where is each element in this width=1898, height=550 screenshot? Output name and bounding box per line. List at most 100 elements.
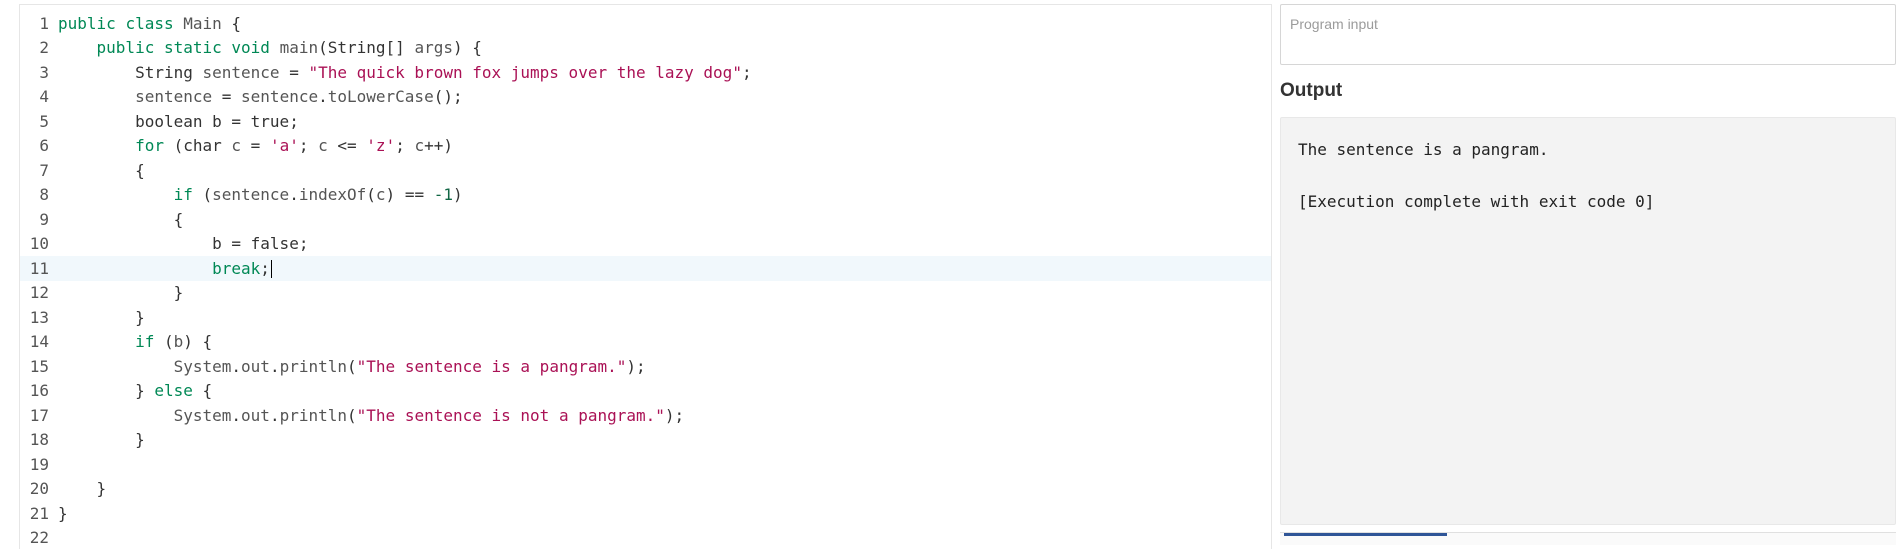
code-token: if	[135, 332, 154, 351]
code-line[interactable]: 1public class Main {	[20, 11, 1271, 36]
code-token: .	[231, 406, 241, 425]
line-code: if (b) {	[57, 332, 212, 351]
code-token: toLowerCase	[328, 87, 434, 106]
code-line[interactable]: 3 String sentence = "The quick brown fox…	[20, 60, 1271, 85]
code-line[interactable]: 10 b = false;	[20, 232, 1271, 257]
output-console: The sentence is a pangram. [Execution co…	[1280, 117, 1896, 525]
line-code: }	[57, 308, 145, 327]
code-token: .	[318, 87, 328, 106]
code-token: Main	[183, 14, 222, 33]
code-token: "The quick brown fox jumps over the lazy…	[308, 63, 741, 82]
code-token: public	[58, 14, 116, 33]
code-token: ;	[260, 259, 270, 278]
code-line[interactable]: 7 {	[20, 158, 1271, 183]
code-token: ) ==	[386, 185, 434, 204]
code-line[interactable]: 18 }	[20, 428, 1271, 453]
line-code: for (char c = 'a'; c <= 'z'; c++)	[57, 136, 453, 155]
code-token	[58, 136, 135, 155]
code-line[interactable]: 20 }	[20, 477, 1271, 502]
code-token: );	[665, 406, 684, 425]
code-token: {	[58, 161, 145, 180]
code-line[interactable]: 12 }	[20, 281, 1271, 306]
run-button-edge[interactable]	[1284, 533, 1447, 536]
line-number: 12	[20, 283, 57, 302]
code-token: {	[58, 210, 183, 229]
line-code: {	[57, 210, 183, 229]
line-code: }	[57, 504, 68, 523]
code-line[interactable]: 5 boolean b = true;	[20, 109, 1271, 134]
line-number: 21	[20, 504, 57, 523]
code-line[interactable]: 6 for (char c = 'a'; c <= 'z'; c++)	[20, 134, 1271, 159]
code-token: {	[193, 381, 212, 400]
code-token: .	[270, 357, 280, 376]
code-token	[58, 185, 174, 204]
code-token: c	[376, 185, 386, 204]
line-number: 10	[20, 234, 57, 253]
code-token: )	[453, 185, 463, 204]
code-token: static	[164, 38, 222, 57]
code-token: "The sentence is a pangram."	[357, 357, 627, 376]
program-input-field[interactable]	[1280, 4, 1896, 65]
code-token: b =	[58, 234, 251, 253]
code-token: ();	[434, 87, 463, 106]
code-token: char	[183, 136, 231, 155]
code-line[interactable]: 9 {	[20, 207, 1271, 232]
code-line[interactable]: 22	[20, 526, 1271, 550]
line-code: } else {	[57, 381, 212, 400]
code-token: sentence	[212, 185, 289, 204]
code-line[interactable]: 8 if (sentence.indexOf(c) == -1)	[20, 183, 1271, 208]
code-line[interactable]: 14 if (b) {	[20, 330, 1271, 355]
code-token: (	[193, 185, 212, 204]
text-cursor	[271, 260, 272, 278]
code-token: =	[241, 136, 270, 155]
code-token: -1	[434, 185, 453, 204]
line-number: 1	[20, 14, 57, 33]
code-line[interactable]: 19	[20, 452, 1271, 477]
code-line[interactable]: 17 System.out.println("The sentence is n…	[20, 403, 1271, 428]
code-token: (	[154, 332, 173, 351]
code-token: System	[174, 406, 232, 425]
code-token	[174, 14, 184, 33]
code-token: ) {	[453, 38, 482, 57]
code-token: System	[174, 357, 232, 376]
code-line[interactable]: 21}	[20, 501, 1271, 526]
code-token: (	[366, 185, 376, 204]
code-token: );	[626, 357, 645, 376]
code-token: }	[58, 430, 145, 449]
code-token: out	[241, 357, 270, 376]
code-line[interactable]: 13 }	[20, 305, 1271, 330]
code-token	[58, 112, 135, 131]
code-line[interactable]: 4 sentence = sentence.toLowerCase();	[20, 85, 1271, 110]
code-token	[154, 38, 164, 57]
code-token: }	[58, 479, 106, 498]
code-token	[270, 38, 280, 57]
line-code: }	[57, 479, 106, 498]
line-code: }	[57, 430, 145, 449]
code-line[interactable]: 11 break;	[20, 256, 1271, 281]
code-token: else	[154, 381, 193, 400]
output-heading: Output	[1280, 80, 1342, 102]
line-number: 15	[20, 357, 57, 376]
code-token: }	[58, 308, 145, 327]
code-token: public	[97, 38, 155, 57]
code-token: sentence	[241, 87, 318, 106]
code-line[interactable]: 15 System.out.println("The sentence is a…	[20, 354, 1271, 379]
code-token: 'a'	[270, 136, 299, 155]
code-line[interactable]: 16 } else {	[20, 379, 1271, 404]
code-token: (	[347, 357, 357, 376]
code-lines[interactable]: 1public class Main {2 public static void…	[20, 11, 1271, 550]
code-token: ) {	[183, 332, 212, 351]
code-line[interactable]: 2 public static void main(String[] args)…	[20, 36, 1271, 61]
code-token	[58, 259, 212, 278]
line-number: 13	[20, 308, 57, 327]
code-token	[58, 406, 174, 425]
code-token: println	[280, 357, 347, 376]
code-editor[interactable]: 1public class Main {2 public static void…	[19, 4, 1272, 549]
code-token: sentence	[203, 63, 280, 82]
code-token: {	[222, 14, 241, 33]
code-token: .	[289, 185, 299, 204]
code-token	[222, 38, 232, 57]
line-code: public class Main {	[57, 14, 241, 33]
code-token: ++)	[424, 136, 453, 155]
code-token	[116, 14, 126, 33]
